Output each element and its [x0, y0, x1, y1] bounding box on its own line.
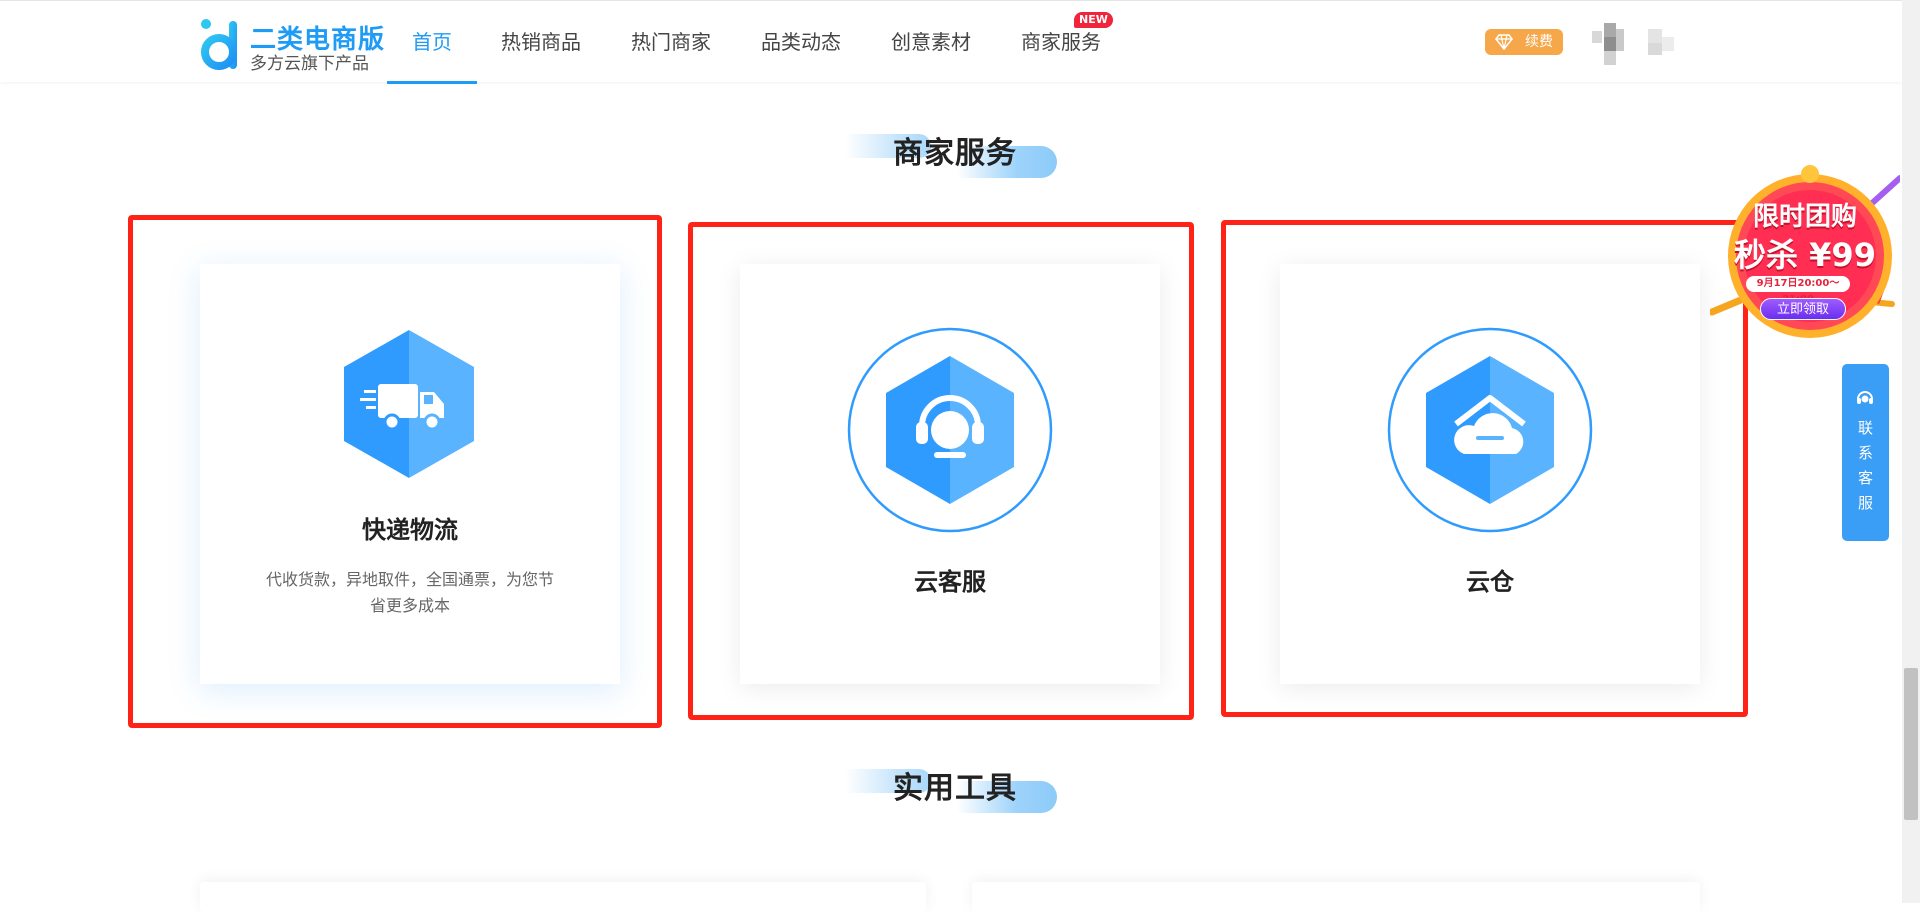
promo-time: 9月17日20:00～21:00: [1746, 276, 1850, 305]
promo-title: 限时团购: [1752, 202, 1857, 232]
avatar[interactable]: [1588, 23, 1696, 67]
contact-label-text: 联系客服: [1857, 419, 1873, 512]
renew-button[interactable]: 续费: [1485, 29, 1563, 55]
top-nav-bar: 二类电商版 多方云旗下产品 首页 热销商品 热门商家 品类动态 创意素材 商家服…: [0, 0, 1902, 84]
contact-label: 联系客服: [1842, 416, 1889, 516]
active-tab-indicator: [387, 81, 477, 84]
diamond-icon: [1495, 34, 1513, 50]
flash-sale-promo[interactable]: 限时团购 秒杀 ¥99 9月17日20:00～21:00 立即领取: [1710, 160, 1900, 350]
highlight-frame: [1221, 220, 1748, 717]
contact-support-tab[interactable]: 联系客服: [1842, 364, 1889, 541]
scrollbar-thumb[interactable]: [1904, 668, 1918, 820]
section-title-merchant-services: 商家服务: [845, 122, 1065, 178]
section-title-text: 商家服务: [893, 136, 1017, 171]
highlight-frame: [688, 222, 1194, 720]
nav-hot-products[interactable]: 热销商品: [501, 1, 581, 83]
nav-hot-merchants[interactable]: 热门商家: [631, 1, 711, 83]
new-badge: NEW: [1074, 12, 1113, 28]
renew-label: 续费: [1525, 34, 1553, 50]
nav-home[interactable]: 首页: [412, 1, 452, 83]
highlight-frame: [128, 215, 662, 728]
section-title-tools: 实用工具: [845, 757, 1065, 813]
nav-category-news[interactable]: 品类动态: [761, 1, 841, 83]
headset-icon: [1857, 391, 1873, 404]
tool-card[interactable]: [972, 882, 1700, 912]
claim-now-button[interactable]: 立即领取: [1760, 298, 1846, 320]
logo-d-icon: [201, 19, 237, 70]
promo-price: 秒杀 ¥99: [1734, 236, 1876, 274]
logo-subtitle: 多方云旗下产品: [250, 54, 369, 74]
tool-card[interactable]: [200, 882, 926, 912]
nav-creative-assets[interactable]: 创意素材: [891, 1, 971, 83]
logo[interactable]: 二类电商版 多方云旗下产品: [198, 15, 388, 75]
section-title-text: 实用工具: [893, 771, 1017, 806]
